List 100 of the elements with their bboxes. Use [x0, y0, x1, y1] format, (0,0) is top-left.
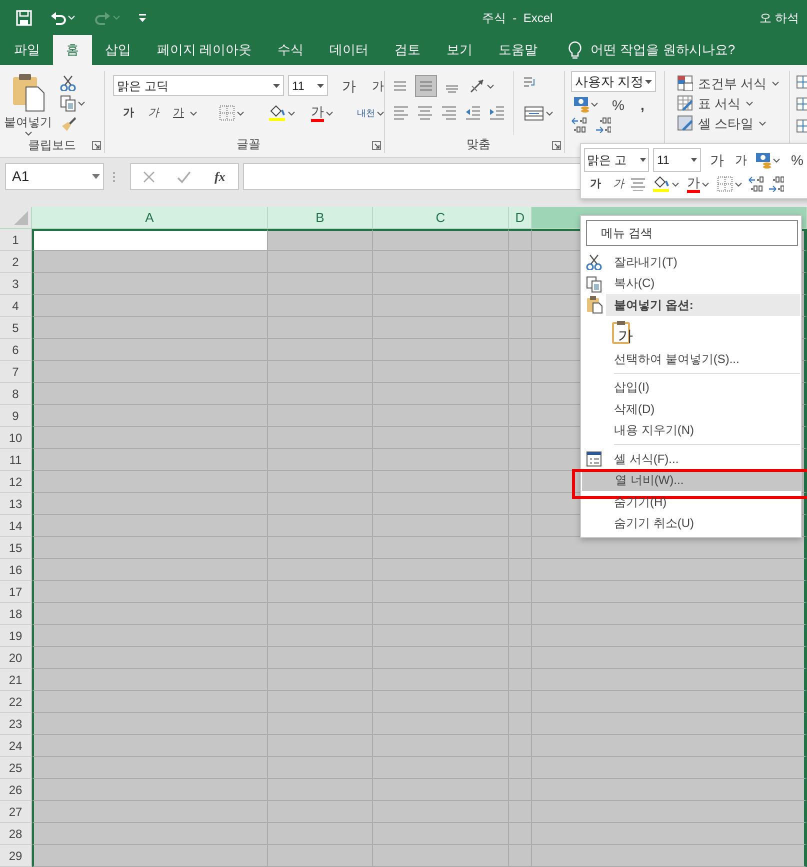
- column-header[interactable]: C: [373, 207, 509, 229]
- sheet-cell[interactable]: [32, 559, 268, 581]
- sheet-cell[interactable]: [32, 515, 268, 537]
- sheet-cell[interactable]: [509, 295, 532, 317]
- save-icon[interactable]: [16, 10, 32, 26]
- sheet-cell[interactable]: [532, 757, 807, 779]
- sheet-cell[interactable]: [509, 493, 532, 515]
- row-header[interactable]: 24: [0, 735, 32, 757]
- sheet-cell[interactable]: [509, 757, 532, 779]
- sheet-cell[interactable]: [268, 383, 373, 405]
- row-header[interactable]: 2: [0, 251, 32, 273]
- align-center-icon[interactable]: [630, 177, 646, 191]
- caret-icon[interactable]: [288, 110, 295, 116]
- ribbon-tab[interactable]: 수식: [264, 35, 317, 65]
- sheet-cell[interactable]: [532, 625, 807, 647]
- sheet-cell[interactable]: [509, 317, 532, 339]
- sheet-cell[interactable]: [373, 691, 509, 713]
- align-right-icon[interactable]: [441, 105, 457, 121]
- font-size-box[interactable]: 11: [288, 75, 328, 96]
- sheet-cell[interactable]: [32, 603, 268, 625]
- sheet-cell[interactable]: [268, 537, 373, 559]
- currency-button[interactable]: [753, 152, 782, 168]
- sheet-cell[interactable]: [268, 229, 373, 251]
- ribbon-tab[interactable]: 삽입: [92, 35, 144, 65]
- sheet-cell[interactable]: [509, 339, 532, 361]
- decrease-decimal-icon[interactable]: [595, 117, 611, 133]
- sheet-cell[interactable]: [532, 801, 807, 823]
- sheet-cell[interactable]: [268, 471, 373, 493]
- font-color-button[interactable]: 가: [309, 104, 335, 122]
- sheet-cell[interactable]: [268, 713, 373, 735]
- sheet-cell[interactable]: [32, 625, 268, 647]
- font-color-button[interactable]: 가: [685, 176, 711, 192]
- sheet-cell[interactable]: [509, 559, 532, 581]
- caret-icon[interactable]: [237, 110, 244, 116]
- merge-button[interactable]: [522, 105, 555, 121]
- percent-button[interactable]: %: [789, 153, 806, 167]
- sheet-cell[interactable]: [373, 537, 509, 559]
- sheet-cell[interactable]: [532, 779, 807, 801]
- row-header[interactable]: 3: [0, 273, 32, 295]
- sheet-cell[interactable]: [373, 273, 509, 295]
- sheet-cell[interactable]: [268, 273, 373, 295]
- row-header[interactable]: 6: [0, 339, 32, 361]
- font-name-box[interactable]: 맑은 고딕: [113, 75, 284, 96]
- sheet-cell[interactable]: [373, 251, 509, 273]
- menu-item[interactable]: 숨기기 취소(U): [581, 512, 801, 534]
- comma-button[interactable]: ,: [638, 98, 646, 112]
- sheet-cell[interactable]: [373, 405, 509, 427]
- decrease-decimal-icon[interactable]: [768, 176, 784, 192]
- sheet-cell[interactable]: [32, 823, 268, 845]
- sheet-cell[interactable]: [32, 669, 268, 691]
- sheet-cell[interactable]: [532, 559, 807, 581]
- sheet-cell[interactable]: [373, 317, 509, 339]
- increase-decimal-icon[interactable]: [748, 176, 764, 192]
- sheet-cell[interactable]: [509, 625, 532, 647]
- sheet-cell[interactable]: [509, 405, 532, 427]
- sheet-cell[interactable]: [509, 361, 532, 383]
- paste-button[interactable]: 붙여넣기: [0, 71, 56, 136]
- sheet-cell[interactable]: [373, 383, 509, 405]
- number-format-box[interactable]: 사용자 지정: [571, 71, 656, 92]
- dialog-launcher-icon[interactable]: [372, 141, 381, 150]
- row-header[interactable]: 23: [0, 713, 32, 735]
- sheet-cell[interactable]: [268, 647, 373, 669]
- sheet-cell[interactable]: [268, 581, 373, 603]
- menu-item[interactable]: 내용 지우기(N): [581, 420, 801, 441]
- sheet-cell[interactable]: [509, 273, 532, 295]
- sheet-cell[interactable]: [509, 845, 532, 867]
- percent-button[interactable]: %: [610, 98, 626, 112]
- lightbulb-icon[interactable]: [566, 41, 583, 59]
- sheet-cell[interactable]: [373, 449, 509, 471]
- menu-item[interactable]: 잘라내기(T): [581, 251, 801, 272]
- row-header[interactable]: 26: [0, 779, 32, 801]
- caret-icon[interactable]: [78, 101, 85, 106]
- increase-decimal-icon[interactable]: [571, 117, 587, 133]
- sheet-cell[interactable]: [373, 471, 509, 493]
- sheet-cell[interactable]: [373, 295, 509, 317]
- fill-color-button[interactable]: [650, 175, 681, 193]
- caret-icon[interactable]: [190, 110, 197, 116]
- menu-item[interactable]: 숨기기(H): [581, 491, 801, 512]
- sheet-cell[interactable]: [509, 669, 532, 691]
- sheet-cell[interactable]: [32, 339, 268, 361]
- wrap-text-icon[interactable]: [522, 75, 536, 89]
- dialog-launcher-icon[interactable]: [92, 141, 101, 150]
- sheet-cell[interactable]: [32, 691, 268, 713]
- sheet-cell[interactable]: [373, 339, 509, 361]
- row-header[interactable]: 15: [0, 537, 32, 559]
- column-header[interactable]: D: [509, 207, 532, 229]
- cut-icon[interactable]: [60, 75, 76, 91]
- select-all-icon[interactable]: [14, 211, 28, 225]
- sheet-cell[interactable]: [268, 823, 373, 845]
- sheet-cell[interactable]: [509, 449, 532, 471]
- row-header[interactable]: 29: [0, 845, 32, 867]
- row-header[interactable]: 9: [0, 405, 32, 427]
- row-header[interactable]: 28: [0, 823, 32, 845]
- copy-button[interactable]: [60, 95, 85, 112]
- sheet-cell[interactable]: [509, 647, 532, 669]
- menu-item[interactable]: 삭제(D): [581, 398, 801, 420]
- sheet-cell[interactable]: [532, 735, 807, 757]
- sheet-cell[interactable]: [373, 735, 509, 757]
- sheet-cell[interactable]: [268, 779, 373, 801]
- sheet-cell[interactable]: [373, 625, 509, 647]
